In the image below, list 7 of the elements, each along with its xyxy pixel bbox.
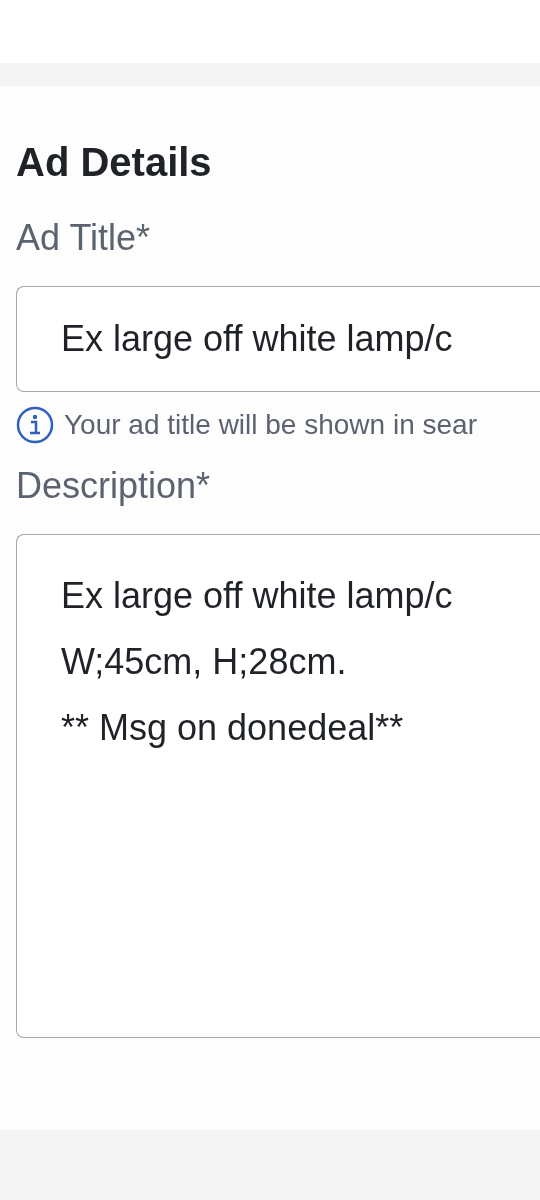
field-label: Ad Title* bbox=[16, 216, 152, 260]
field-label: Description* bbox=[16, 464, 212, 508]
section-title: Ad Details bbox=[16, 139, 213, 186]
helper-text: Your ad title will be shown in sear bbox=[64, 409, 477, 441]
info-icon bbox=[16, 406, 54, 444]
input-field[interactable]: Ex large off white lamp/c bbox=[16, 286, 540, 392]
textarea-field[interactable]: Ex large off white lamp/c W;45cm, H;28cm. ** Msg on donedeal** bbox=[16, 534, 540, 1038]
